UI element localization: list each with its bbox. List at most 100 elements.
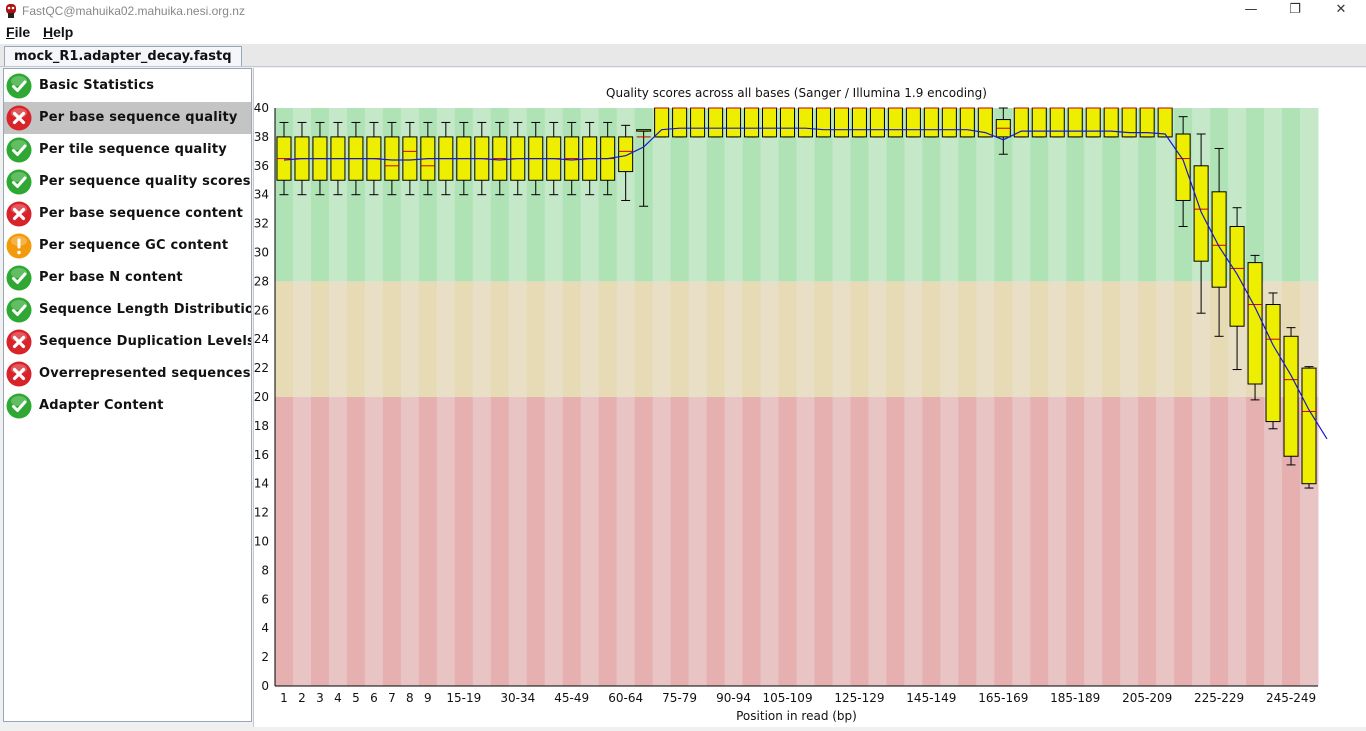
sidebar-item-per-sequence-quality-scores[interactable]: Per sequence quality scores xyxy=(4,166,251,198)
sidebar-item-per-base-sequence-quality[interactable]: Per base sequence quality xyxy=(4,102,251,134)
box-iqr xyxy=(1031,107,1047,138)
zone-bad-stripe xyxy=(904,397,923,686)
zone-ok-stripe xyxy=(436,281,456,397)
zone-bad-stripe xyxy=(886,397,905,686)
x-tick-label: 15-19 xyxy=(446,691,481,705)
box-iqr xyxy=(887,107,903,138)
zone-ok-stripe xyxy=(1048,281,1067,397)
y-tick-label: 30 xyxy=(254,246,269,260)
x-tick-label: 75-79 xyxy=(662,691,697,705)
zone-bad-stripe xyxy=(328,397,348,686)
zone-bad-stripe xyxy=(688,397,708,686)
zone-ok-stripe xyxy=(616,281,636,397)
zone-bad-stripe xyxy=(292,397,312,686)
y-tick-label: 22 xyxy=(254,361,269,375)
y-tick-label: 34 xyxy=(254,188,269,202)
fail-cross-icon xyxy=(6,361,32,387)
zone-ok-stripe xyxy=(328,281,348,397)
x-tick-label: 145-149 xyxy=(906,691,956,705)
box-iqr xyxy=(851,107,867,138)
zone-ok-stripe xyxy=(1084,281,1103,397)
zone-bad-stripe xyxy=(508,397,528,686)
zone-good-stripe xyxy=(1264,108,1283,282)
box-iqr xyxy=(618,136,634,173)
zone-bad-stripe xyxy=(958,397,977,686)
zone-ok-stripe xyxy=(580,281,600,397)
sidebar-item-adapter-content[interactable]: Adapter Content xyxy=(4,390,251,422)
close-icon[interactable]: ✕ xyxy=(1318,0,1364,22)
zone-ok-stripe xyxy=(598,281,618,397)
zone-bad-stripe xyxy=(490,397,510,686)
sidebar-item-sequence-length-distribution[interactable]: Sequence Length Distribution xyxy=(4,294,251,326)
zone-ok-stripe xyxy=(526,281,546,397)
box-iqr xyxy=(636,129,652,132)
y-tick-label: 8 xyxy=(261,563,269,577)
zone-bad-stripe xyxy=(364,397,384,686)
sidebar-item-per-sequence-gc-content[interactable]: Per sequence GC content xyxy=(4,230,251,262)
zone-bad-stripe xyxy=(1120,397,1139,686)
box-iqr xyxy=(402,136,418,181)
pass-check-icon xyxy=(6,393,32,419)
zone-ok-stripe xyxy=(310,281,330,397)
zone-bad-stripe xyxy=(1246,397,1265,686)
y-tick-label: 24 xyxy=(254,332,269,346)
zone-ok-stripe xyxy=(922,281,941,397)
x-tick-label: 105-109 xyxy=(762,691,812,705)
zone-ok-stripe xyxy=(904,281,923,397)
zone-ok-stripe xyxy=(886,281,905,397)
sidebar-item-sequence-duplication-levels[interactable]: Sequence Duplication Levels xyxy=(4,326,251,358)
x-tick-label: 6 xyxy=(370,691,378,705)
zone-bad-stripe xyxy=(400,397,420,686)
box-iqr xyxy=(1067,107,1083,138)
zone-bad-stripe xyxy=(454,397,474,686)
sidebar-item-per-base-n-content[interactable]: Per base N content xyxy=(4,262,251,294)
zone-ok-stripe xyxy=(382,281,402,397)
zone-ok-stripe xyxy=(742,281,762,397)
zone-bad-stripe xyxy=(742,397,762,686)
zone-bad-stripe xyxy=(1102,397,1121,686)
y-tick-label: 26 xyxy=(254,303,269,317)
pass-check-icon xyxy=(6,73,32,99)
chart-panel: Quality scores across all bases (Sanger … xyxy=(253,68,1366,727)
zone-bad-stripe xyxy=(562,397,582,686)
box-iqr xyxy=(726,107,742,138)
zone-bad-stripe xyxy=(1192,397,1211,686)
zone-ok-stripe xyxy=(958,281,977,397)
box-iqr xyxy=(1013,107,1029,138)
minimize-icon[interactable]: — xyxy=(1228,0,1274,22)
menu-file[interactable]: File xyxy=(6,24,30,40)
y-tick-label: 4 xyxy=(261,621,269,635)
sidebar-item-basic-statistics[interactable]: Basic Statistics xyxy=(4,70,251,102)
zone-ok-stripe xyxy=(778,281,797,397)
restore-icon[interactable]: ❐ xyxy=(1272,0,1318,22)
zone-bad-stripe xyxy=(1030,397,1049,686)
sidebar-item-per-base-sequence-content[interactable]: Per base sequence content xyxy=(4,198,251,230)
zone-ok-stripe xyxy=(1138,281,1157,397)
sidebar-item-label: Per tile sequence quality xyxy=(39,142,227,157)
file-tab[interactable]: mock_R1.adapter_decay.fastq xyxy=(4,46,242,66)
zone-bad-stripe xyxy=(1264,397,1283,686)
zone-ok-stripe xyxy=(634,281,654,397)
sidebar-item-label: Per sequence quality scores xyxy=(39,174,251,189)
box-iqr xyxy=(1049,107,1065,138)
zone-bad-stripe xyxy=(796,397,815,686)
box-iqr xyxy=(654,107,670,138)
x-tick-label: 185-189 xyxy=(1050,691,1100,705)
zone-bad-stripe xyxy=(1138,397,1157,686)
zone-bad-stripe xyxy=(544,397,564,686)
box-iqr xyxy=(959,107,975,138)
sidebar-item-per-tile-sequence-quality[interactable]: Per tile sequence quality xyxy=(4,134,251,166)
zone-bad-stripe xyxy=(1084,397,1103,686)
zone-ok-stripe xyxy=(1030,281,1049,397)
x-tick-label: 60-64 xyxy=(608,691,643,705)
menu-help[interactable]: Help xyxy=(43,24,73,40)
sidebar-item-overrepresented-sequences[interactable]: Overrepresented sequences xyxy=(4,358,251,390)
x-tick-label: 165-169 xyxy=(978,691,1028,705)
box-iqr xyxy=(1193,165,1209,262)
box-iqr xyxy=(869,107,885,138)
zone-bad-stripe xyxy=(1048,397,1067,686)
x-tick-label: 9 xyxy=(424,691,432,705)
x-tick-label: 8 xyxy=(406,691,414,705)
box-iqr xyxy=(762,107,778,138)
file-tab-strip: mock_R1.adapter_decay.fastq xyxy=(0,44,1366,67)
